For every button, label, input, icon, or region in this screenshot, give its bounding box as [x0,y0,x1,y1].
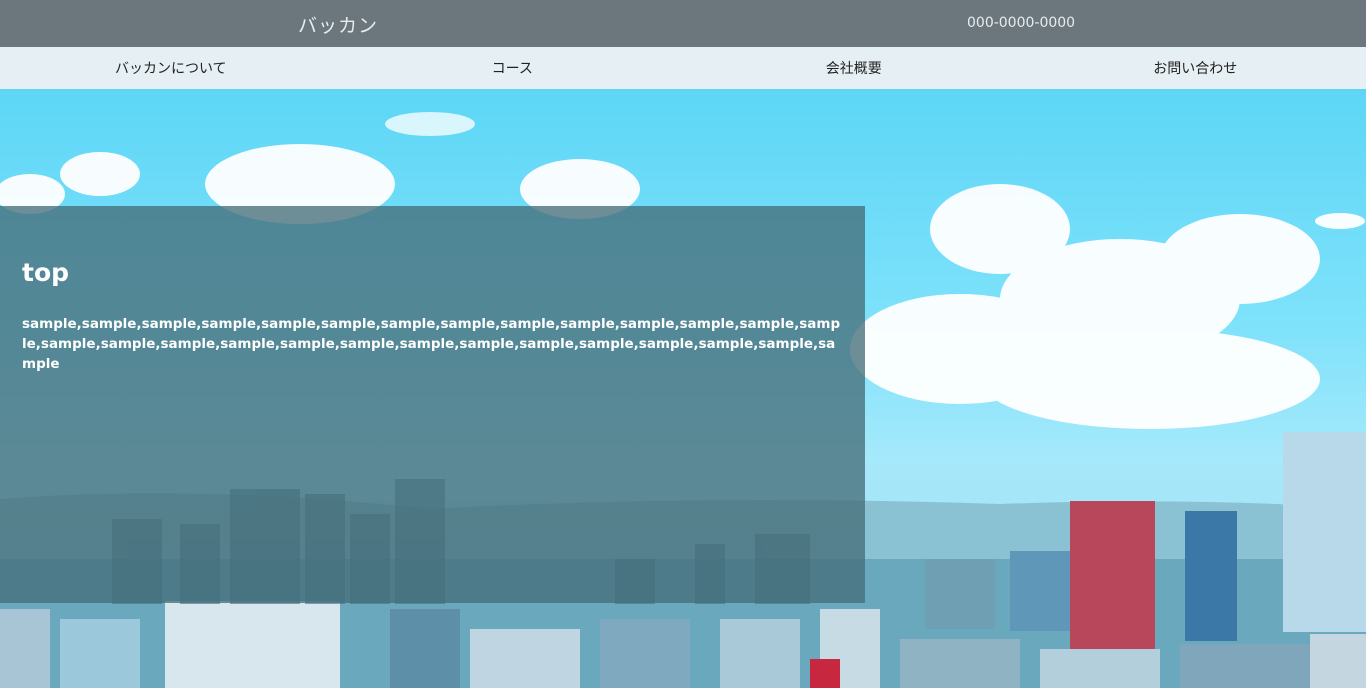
hero-section: top sample,sample,sample,sample,sample,s… [0,89,1366,688]
nav-item-contact[interactable]: お問い合わせ [1025,47,1366,89]
global-nav: バッカンについて コース 会社概要 お問い合わせ [0,47,1366,89]
site-logo-link[interactable]: バッカン [298,11,378,38]
nav-item-about[interactable]: バッカンについて [0,47,342,89]
nav-item-course[interactable]: コース [342,47,684,89]
hero-description: sample,sample,sample,sample,sample,sampl… [22,316,841,372]
phone-number[interactable]: 000-0000-0000 [967,15,1075,31]
hero-title: top [22,258,70,287]
nav-item-company[interactable]: 会社概要 [683,47,1025,89]
hero-text-panel: top sample,sample,sample,sample,sample,s… [0,206,865,603]
top-bar: バッカン 000-0000-0000 [0,0,1366,47]
